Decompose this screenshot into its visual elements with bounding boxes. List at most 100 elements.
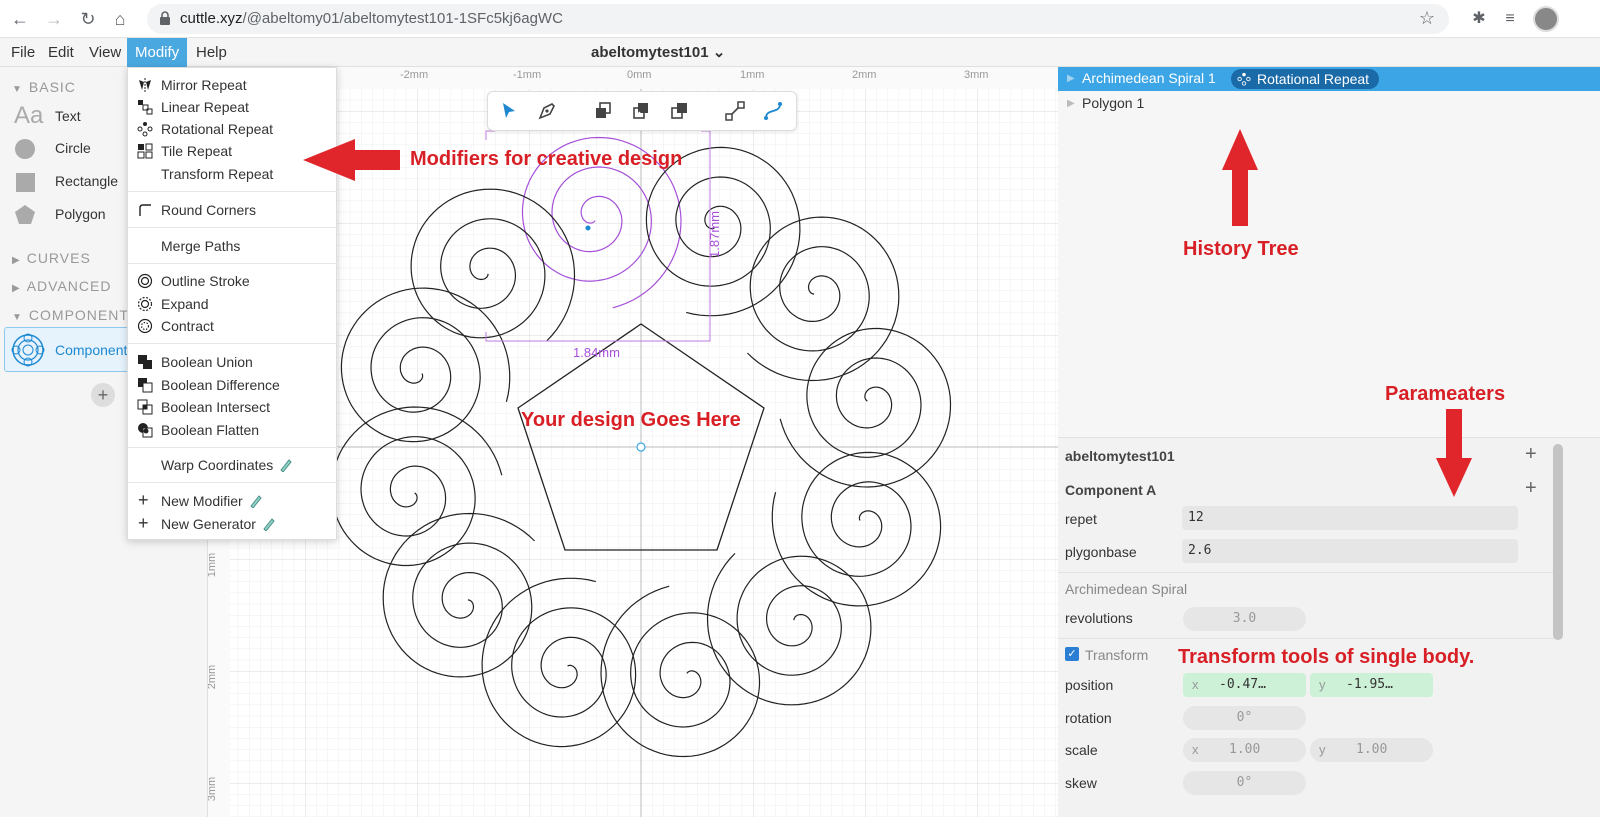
menu-item-contract[interactable]: Contract	[128, 315, 338, 337]
reload-icon[interactable]: ↻	[76, 7, 100, 31]
add-component-button[interactable]: +	[91, 383, 115, 407]
extensions-icon[interactable]: ✱	[1469, 9, 1489, 29]
param-skew-label: skew	[1065, 775, 1097, 791]
send-back-icon[interactable]	[592, 100, 614, 122]
position-y-input[interactable]: y -1.95…	[1310, 673, 1433, 697]
boolean-union-label: Boolean Union	[161, 354, 253, 370]
round-corners-label: Round Corners	[161, 202, 256, 218]
divider	[1058, 572, 1558, 573]
shape-polygon-label: Polygon	[55, 206, 106, 222]
linear-repeat-icon	[138, 100, 153, 115]
ruler-tick-label: 2mm	[852, 69, 877, 81]
document-title[interactable]: abeltomytest101 ⌄	[591, 38, 725, 67]
modify-dropdown-menu: Mirror Repeat Linear Repeat Rotational R…	[127, 67, 338, 540]
menu-item-transform-repeat[interactable]: Transform Repeat	[128, 163, 338, 185]
section-advanced[interactable]: ▶ ADVANCED	[12, 278, 111, 294]
profile-avatar[interactable]	[1533, 6, 1559, 32]
pen-tool-icon[interactable]	[536, 100, 558, 122]
bring-front-icon[interactable]	[630, 100, 652, 122]
add-component-parameter-button[interactable]: +	[1525, 477, 1537, 500]
home-icon[interactable]: ⌂	[108, 7, 132, 31]
transform-repeat-label: Transform Repeat	[161, 166, 274, 182]
annotation-modifiers: Modifiers for creative design	[410, 148, 683, 170]
bezier-tool-icon[interactable]	[762, 100, 784, 122]
new-modifier-text: New Modifier	[161, 493, 243, 509]
select-arrow-icon[interactable]	[498, 100, 520, 122]
scale-y-input[interactable]: y 1.00	[1310, 738, 1433, 762]
menu-item-outline-stroke[interactable]: Outline Stroke	[128, 270, 338, 292]
menu-item-round-corners[interactable]: Round Corners	[128, 199, 338, 221]
menu-item-new-generator[interactable]: + New Generator	[128, 513, 338, 535]
forward-arrow-icon[interactable]: →	[42, 7, 66, 31]
url-domain: cuttle.xyz	[180, 10, 243, 27]
add-parameter-button[interactable]: +	[1525, 443, 1537, 466]
param-plygonbase-input[interactable]: 2.6	[1182, 539, 1518, 563]
browser-toolbar: ← → ↻ ⌂ cuttle.xyz/@abeltomy01/abeltomyt…	[0, 0, 1600, 38]
media-icon[interactable]: ≡	[1500, 9, 1520, 29]
skew-input[interactable]: 0°	[1183, 771, 1306, 795]
boolean-difference-icon	[138, 378, 153, 393]
section-curves[interactable]: ▶ CURVES	[12, 250, 91, 266]
menu-item-boolean-flatten[interactable]: Boolean Flatten	[128, 419, 338, 441]
menu-separator	[128, 447, 338, 448]
tree-row-archimedean-spiral[interactable]: ▶ Archimedean Spiral 1 Rotational Repeat	[1058, 67, 1600, 91]
ruler-tick-label: 3mm	[208, 776, 219, 802]
scrollbar[interactable]	[1553, 444, 1563, 640]
outline-stroke-icon	[137, 273, 153, 289]
menu-item-tile-repeat[interactable]: Tile Repeat	[128, 140, 338, 162]
ruler-tick-label: 3mm	[964, 69, 989, 81]
menu-item-warp-coordinates[interactable]: Warp Coordinates	[128, 454, 338, 476]
param-repet-input[interactable]: 12	[1182, 506, 1518, 530]
transform-checkbox[interactable]: ✓	[1065, 647, 1079, 661]
menu-item-new-modifier[interactable]: + New Modifier	[128, 490, 338, 512]
position-x-input[interactable]: x -0.47…	[1183, 673, 1306, 697]
component-item[interactable]: Component A	[4, 327, 140, 372]
back-arrow-icon[interactable]: ←	[8, 7, 32, 31]
tree-row-label: Archimedean Spiral 1	[1082, 70, 1216, 86]
modifier-badge-rotational-repeat[interactable]: Rotational Repeat	[1231, 69, 1380, 89]
scale-x-input[interactable]: x 1.00	[1183, 738, 1306, 762]
section-components[interactable]: ▼ COMPONENTS	[12, 307, 139, 323]
annotation-parameters: Parameaters	[1385, 383, 1506, 405]
node-edit-icon[interactable]	[724, 100, 746, 122]
rotational-repeat-icon	[1237, 72, 1251, 86]
text-icon: Aa	[14, 102, 44, 129]
menu-item-boolean-intersect[interactable]: Boolean Intersect	[128, 396, 338, 418]
triangle-right-icon[interactable]: ▶	[1067, 73, 1075, 84]
contract-label: Contract	[161, 318, 214, 334]
menu-edit[interactable]: Edit	[42, 38, 80, 67]
param-rotation-label: rotation	[1065, 710, 1112, 726]
menu-modify[interactable]: Modify	[127, 38, 188, 67]
triangle-right-icon[interactable]: ▶	[1067, 98, 1075, 109]
bookmark-star-icon[interactable]: ☆	[1419, 8, 1435, 29]
menu-item-rotational-repeat[interactable]: Rotational Repeat	[128, 118, 338, 140]
component-thumbnail-icon	[11, 333, 45, 367]
menu-file[interactable]: File	[5, 38, 41, 67]
tree-row-polygon[interactable]: ▶ Polygon 1	[1058, 92, 1600, 116]
section-advanced-label: ADVANCED	[26, 278, 112, 294]
address-bar[interactable]: cuttle.xyz/@abeltomy01/abeltomytest101-1…	[147, 4, 1449, 34]
test-tube-icon	[249, 495, 262, 509]
menu-help[interactable]: Help	[190, 38, 233, 67]
menu-item-expand[interactable]: Expand	[128, 293, 338, 315]
menu-item-boolean-union[interactable]: Boolean Union	[128, 351, 338, 373]
menu-item-boolean-difference[interactable]: Boolean Difference	[128, 374, 338, 396]
round-corners-icon	[139, 204, 151, 216]
param-revolutions-input[interactable]: 3.0	[1183, 607, 1306, 631]
menu-view[interactable]: View	[83, 38, 127, 67]
dimension-width-label: 1.84mm	[573, 345, 620, 360]
menu-item-merge-paths[interactable]: Merge Paths	[128, 235, 338, 257]
section-basic[interactable]: ▼ BASIC	[12, 79, 76, 95]
param-repet-label: repet	[1065, 511, 1097, 527]
rotation-input[interactable]: 0°	[1183, 706, 1306, 730]
menu-item-linear-repeat[interactable]: Linear Repeat	[128, 96, 338, 118]
menu-item-mirror-repeat[interactable]: Mirror Repeat	[128, 74, 338, 96]
boolean-intersect-icon	[137, 399, 153, 415]
mirror-repeat-icon	[139, 78, 151, 92]
param-position-label: position	[1065, 677, 1114, 693]
duplicate-icon[interactable]	[668, 100, 690, 122]
component-title: Component A	[1065, 482, 1157, 498]
modifier-badge-label: Rotational Repeat	[1257, 71, 1370, 87]
section-basic-label: BASIC	[28, 79, 76, 95]
axis-x-label: x	[1192, 742, 1199, 757]
